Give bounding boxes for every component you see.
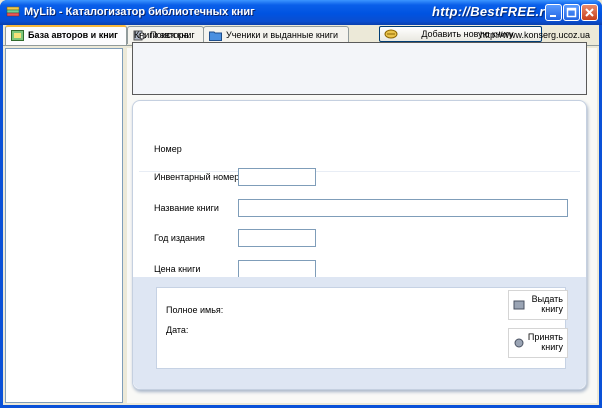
close-button[interactable] <box>581 4 598 21</box>
return-book-label: Принять книгу <box>527 332 563 352</box>
book-in-icon <box>514 338 524 348</box>
author-books-list[interactable] <box>132 42 587 95</box>
book-details-panel: Номер Инвентарный номер Название книги Г… <box>132 100 587 390</box>
tab-label: База авторов и книг <box>28 30 118 40</box>
publish-year-input[interactable] <box>238 229 316 247</box>
authors-list[interactable] <box>5 48 123 403</box>
return-book-button[interactable]: Принять книгу <box>508 328 568 358</box>
database-icon <box>11 30 24 41</box>
book-price-input[interactable] <box>238 260 316 278</box>
issue-book-label: Выдать книгу <box>531 294 563 314</box>
author-books-label: Книги автора: <box>134 30 192 40</box>
price-label: Цена книги <box>154 264 201 274</box>
close-icon <box>585 8 594 17</box>
book-out-icon <box>513 300 525 310</box>
tab-label: Ученики и выданные книги <box>226 30 339 40</box>
number-label: Номер <box>154 144 182 154</box>
year-label: Год издания <box>154 233 205 243</box>
loan-panel: Полное имья: Дата: Выдать книгу Принять … <box>156 287 568 369</box>
minimize-icon <box>550 15 556 17</box>
title-bar[interactable]: MyLib - Каталогизатор библиотечных книг … <box>0 0 602 25</box>
inventory-number-input[interactable] <box>238 168 316 186</box>
inventory-label: Инвентарный номер <box>154 172 240 182</box>
full-name-label: Полное имья: <box>166 305 224 315</box>
book-title-input[interactable] <box>238 199 568 217</box>
minimize-button[interactable] <box>545 4 562 21</box>
website-url: http://www.konserg.ucoz.ua <box>480 30 591 40</box>
loan-section: Полное имья: Дата: Выдать книгу Принять … <box>133 277 586 389</box>
watermark-text: http://BestFREE.ru <box>432 4 553 19</box>
issue-book-button[interactable]: Выдать книгу <box>508 290 568 320</box>
book-add-icon <box>384 29 398 39</box>
maximize-icon <box>566 7 577 18</box>
maximize-button[interactable] <box>563 4 580 21</box>
date-label: Дата: <box>166 325 189 335</box>
app-icon <box>6 6 20 17</box>
title-label: Название книги <box>154 203 219 213</box>
folder-icon <box>209 31 222 41</box>
tab-authors-books[interactable]: База авторов и книг <box>5 25 127 45</box>
app-window: MyLib - Каталогизатор библиотечных книг … <box>0 0 602 408</box>
window-title: MyLib - Каталогизатор библиотечных книг <box>24 6 255 18</box>
